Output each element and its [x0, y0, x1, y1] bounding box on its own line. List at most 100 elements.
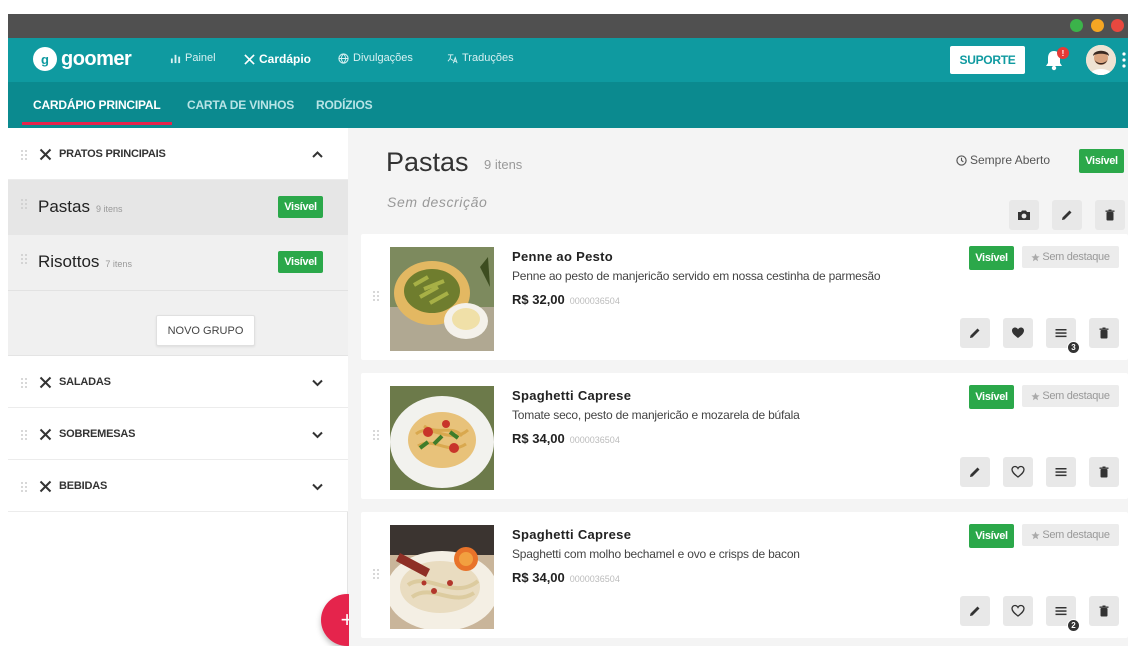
drag-handle-icon[interactable]: [21, 254, 27, 264]
item-title: Penne ao Pesto: [512, 249, 614, 264]
menu-item-card[interactable]: Spaghetti Caprese Spaghetti com molho be…: [361, 512, 1128, 638]
menu-item-card[interactable]: Spaghetti Caprese Tomate seco, pesto de …: [361, 373, 1128, 499]
item-delete-button[interactable]: [1089, 596, 1119, 626]
highlight-label: Sem destaque: [1042, 390, 1110, 402]
top-navigation: g goomer Painel Cardápio Divulgações Tra…: [8, 38, 1128, 82]
drag-handle-icon[interactable]: [373, 430, 379, 440]
new-group-button[interactable]: NOVO GRUPO: [156, 315, 255, 346]
drag-handle-icon[interactable]: [21, 378, 27, 388]
tab-carta-de-vinhos[interactable]: CARTA DE VINHOS: [187, 98, 294, 112]
group-delete-button[interactable]: [1095, 200, 1125, 230]
schedule-status[interactable]: Sempre Aberto: [956, 153, 1050, 167]
more-options-icon[interactable]: [1122, 52, 1126, 68]
highlight-toggle[interactable]: Sem destaque: [1022, 524, 1119, 546]
pencil-icon: [970, 467, 980, 477]
category-label: SOBREMESAS: [59, 428, 136, 440]
utensils-icon: [39, 480, 52, 493]
category-sobremesas[interactable]: SOBREMESAS: [8, 408, 348, 460]
nav-painel-label: Painel: [185, 52, 216, 64]
nav-divulgacoes-label: Divulgações: [353, 52, 413, 64]
item-favorite-button[interactable]: [1003, 318, 1033, 348]
nav-divulgacoes[interactable]: Divulgações: [338, 52, 413, 64]
spaghetti-photo-icon: [390, 386, 494, 490]
group-edit-button[interactable]: [1052, 200, 1082, 230]
item-delete-button[interactable]: [1089, 318, 1119, 348]
carbonara-photo-icon: [390, 525, 494, 629]
star-icon: [1031, 391, 1040, 400]
heart-outline-icon: [1011, 604, 1025, 617]
trash-icon: [1099, 605, 1109, 617]
window-minimize-dot[interactable]: [1070, 19, 1083, 32]
menu-item-card[interactable]: Penne ao Pesto Penne ao pesto de manjeri…: [361, 234, 1128, 360]
highlight-toggle[interactable]: Sem destaque: [1022, 385, 1119, 407]
drag-handle-icon[interactable]: [373, 569, 379, 579]
visible-badge[interactable]: Visível: [278, 251, 323, 273]
window-close-dot[interactable]: [1111, 19, 1124, 32]
category-label: PRATOS PRINCIPAIS: [59, 148, 166, 160]
active-tab-indicator: [22, 122, 172, 125]
item-edit-button[interactable]: [960, 318, 990, 348]
user-avatar-icon: [1086, 45, 1116, 75]
item-options-button[interactable]: [1046, 457, 1076, 487]
drag-handle-icon[interactable]: [21, 199, 27, 209]
list-icon: [1055, 607, 1067, 616]
group-visible-badge[interactable]: Visível: [1079, 149, 1124, 173]
item-description: Tomate seco, pesto de manjericão e mozar…: [512, 408, 800, 422]
item-title: Spaghetti Caprese: [512, 527, 632, 542]
pencil-icon: [1062, 210, 1072, 220]
utensils-icon: [39, 148, 52, 161]
nav-cardapio[interactable]: Cardápio: [244, 52, 311, 66]
window-maximize-dot[interactable]: [1091, 19, 1104, 32]
item-photo[interactable]: [390, 247, 494, 351]
category-pratos-principais[interactable]: PRATOS PRINCIPAIS: [8, 128, 348, 180]
bar-chart-icon: [170, 54, 181, 63]
group-description: Sem descrição: [387, 194, 488, 210]
tab-cardapio-principal[interactable]: CARDÁPIO PRINCIPAL: [33, 98, 161, 112]
tab-rodizios[interactable]: RODÍZIOS: [316, 98, 373, 112]
translate-icon: [447, 53, 458, 63]
category-saladas[interactable]: SALADAS: [8, 356, 348, 408]
item-description: Penne ao pesto de manjericão servido em …: [512, 269, 881, 283]
item-visible-badge[interactable]: Visível: [969, 385, 1014, 409]
item-code: 0000036504: [569, 435, 620, 445]
visible-badge[interactable]: Visível: [278, 196, 323, 218]
drag-handle-icon[interactable]: [21, 150, 27, 160]
window-title-bar: [8, 14, 1128, 38]
chevron-down-icon[interactable]: [311, 376, 324, 389]
item-price: R$ 34,00: [512, 570, 565, 585]
heart-outline-icon: [1011, 465, 1025, 478]
item-code: 0000036504: [569, 574, 620, 584]
drag-handle-icon[interactable]: [21, 430, 27, 440]
item-edit-button[interactable]: [960, 457, 990, 487]
item-favorite-button[interactable]: [1003, 457, 1033, 487]
nav-cardapio-label: Cardápio: [259, 52, 312, 66]
item-visible-badge[interactable]: Visível: [969, 246, 1014, 270]
drag-handle-icon[interactable]: [21, 482, 27, 492]
nav-painel[interactable]: Painel: [170, 52, 216, 64]
item-favorite-button[interactable]: [1003, 596, 1033, 626]
nav-traducoes[interactable]: Traduções: [447, 52, 514, 64]
chevron-up-icon[interactable]: [311, 148, 324, 161]
item-visible-badge[interactable]: Visível: [969, 524, 1014, 548]
highlight-toggle[interactable]: Sem destaque: [1022, 246, 1119, 268]
drag-handle-icon[interactable]: [373, 291, 379, 301]
page-title: Pastas: [386, 147, 469, 177]
chevron-down-icon[interactable]: [311, 428, 324, 441]
item-photo[interactable]: [390, 525, 494, 629]
goomer-logo-text: goomer: [61, 47, 132, 70]
category-bebidas[interactable]: BEBIDAS: [8, 460, 348, 512]
group-name: Pastas 9 itens: [38, 197, 123, 217]
suporte-button[interactable]: SUPORTE: [950, 46, 1025, 74]
goomer-logo[interactable]: g goomer: [33, 47, 132, 71]
avatar[interactable]: [1086, 45, 1116, 75]
chevron-down-icon[interactable]: [311, 480, 324, 493]
group-item-pastas[interactable]: Pastas 9 itens Visível: [8, 180, 348, 235]
item-photo[interactable]: [390, 386, 494, 490]
penne-photo-icon: [390, 247, 494, 351]
divider: [8, 290, 348, 291]
group-item-risottos[interactable]: Risottos 7 itens Visível: [8, 235, 348, 290]
item-delete-button[interactable]: [1089, 457, 1119, 487]
group-photo-button[interactable]: [1009, 200, 1039, 230]
item-title: Spaghetti Caprese: [512, 388, 632, 403]
item-edit-button[interactable]: [960, 596, 990, 626]
